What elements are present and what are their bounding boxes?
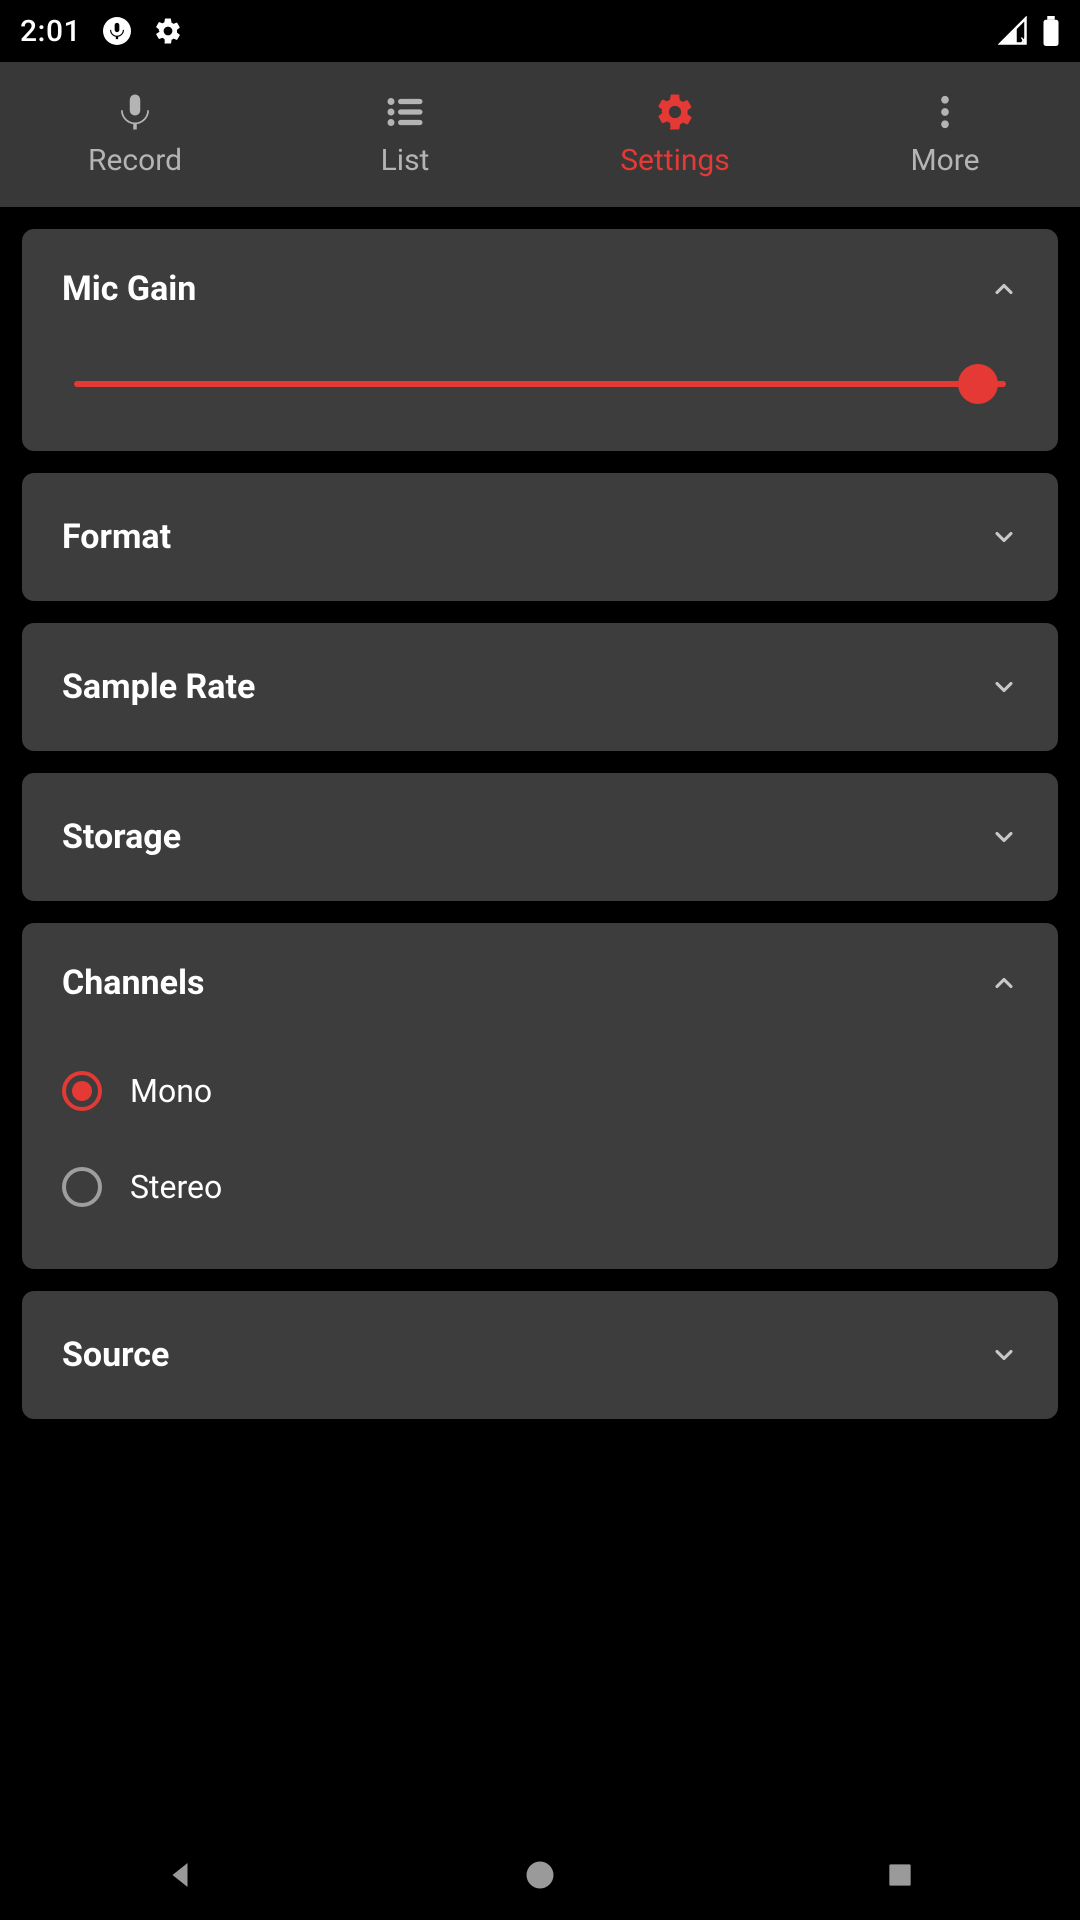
radio-circle-icon <box>62 1071 102 1111</box>
card-header-channels[interactable]: Channels <box>62 963 1018 1003</box>
radio-stereo-label: Stereo <box>130 1168 222 1206</box>
tab-bar: Record List Settings More <box>0 62 1080 207</box>
status-bar: 2:01 x <box>0 0 1080 62</box>
chevron-down-icon <box>990 823 1018 851</box>
card-title-sample-rate: Sample Rate <box>62 667 990 707</box>
chevron-down-icon <box>990 1341 1018 1369</box>
mic-gain-slider[interactable] <box>74 381 1006 387</box>
signal-icon: x <box>998 16 1028 46</box>
nav-home[interactable] <box>440 1857 640 1893</box>
svg-text:x: x <box>1021 34 1027 47</box>
tab-list-label: List <box>381 143 430 178</box>
status-clock: 2:01 <box>20 14 81 49</box>
settings-scroll[interactable]: Mic Gain Format <box>0 207 1080 1796</box>
android-nav-bar <box>0 1830 1080 1920</box>
radio-circle-icon <box>62 1167 102 1207</box>
card-title-format: Format <box>62 517 990 557</box>
home-circle-icon <box>522 1857 558 1893</box>
card-title-mic-gain: Mic Gain <box>62 269 990 309</box>
tab-record[interactable]: Record <box>0 62 270 207</box>
chevron-up-icon <box>990 969 1018 997</box>
back-triangle-icon <box>162 1857 198 1893</box>
radio-stereo[interactable]: Stereo <box>62 1139 1018 1235</box>
recent-square-icon <box>884 1859 916 1891</box>
card-header-source[interactable]: Source <box>22 1291 1058 1419</box>
mic-status-icon <box>103 17 131 45</box>
gear-icon <box>654 91 696 133</box>
radio-mono[interactable]: Mono <box>62 1043 1018 1139</box>
more-vertical-icon <box>924 91 966 133</box>
tab-more[interactable]: More <box>810 62 1080 207</box>
card-mic-gain: Mic Gain <box>22 229 1058 451</box>
card-title-channels: Channels <box>62 963 990 1003</box>
card-title-storage: Storage <box>62 817 990 857</box>
card-title-source: Source <box>62 1335 990 1375</box>
list-icon <box>384 91 426 133</box>
card-header-mic-gain[interactable]: Mic Gain <box>62 269 1018 309</box>
card-sample-rate: Sample Rate <box>22 623 1058 751</box>
gear-status-icon <box>153 16 183 46</box>
tab-settings[interactable]: Settings <box>540 62 810 207</box>
tab-record-label: Record <box>88 143 182 178</box>
card-format: Format <box>22 473 1058 601</box>
card-channels: Channels Mono Stereo <box>22 923 1058 1269</box>
chevron-up-icon <box>990 275 1018 303</box>
microphone-icon <box>114 91 156 133</box>
tab-settings-label: Settings <box>620 143 730 178</box>
nav-recent[interactable] <box>800 1859 1000 1891</box>
chevron-down-icon <box>990 673 1018 701</box>
card-source: Source <box>22 1291 1058 1419</box>
chevron-down-icon <box>990 523 1018 551</box>
radio-mono-label: Mono <box>130 1072 212 1110</box>
card-storage: Storage <box>22 773 1058 901</box>
card-header-storage[interactable]: Storage <box>22 773 1058 901</box>
nav-back[interactable] <box>80 1857 280 1893</box>
tab-more-label: More <box>910 143 979 178</box>
tab-list[interactable]: List <box>270 62 540 207</box>
slider-thumb[interactable] <box>958 364 998 404</box>
card-header-format[interactable]: Format <box>22 473 1058 601</box>
card-header-sample-rate[interactable]: Sample Rate <box>22 623 1058 751</box>
battery-icon <box>1042 16 1060 46</box>
